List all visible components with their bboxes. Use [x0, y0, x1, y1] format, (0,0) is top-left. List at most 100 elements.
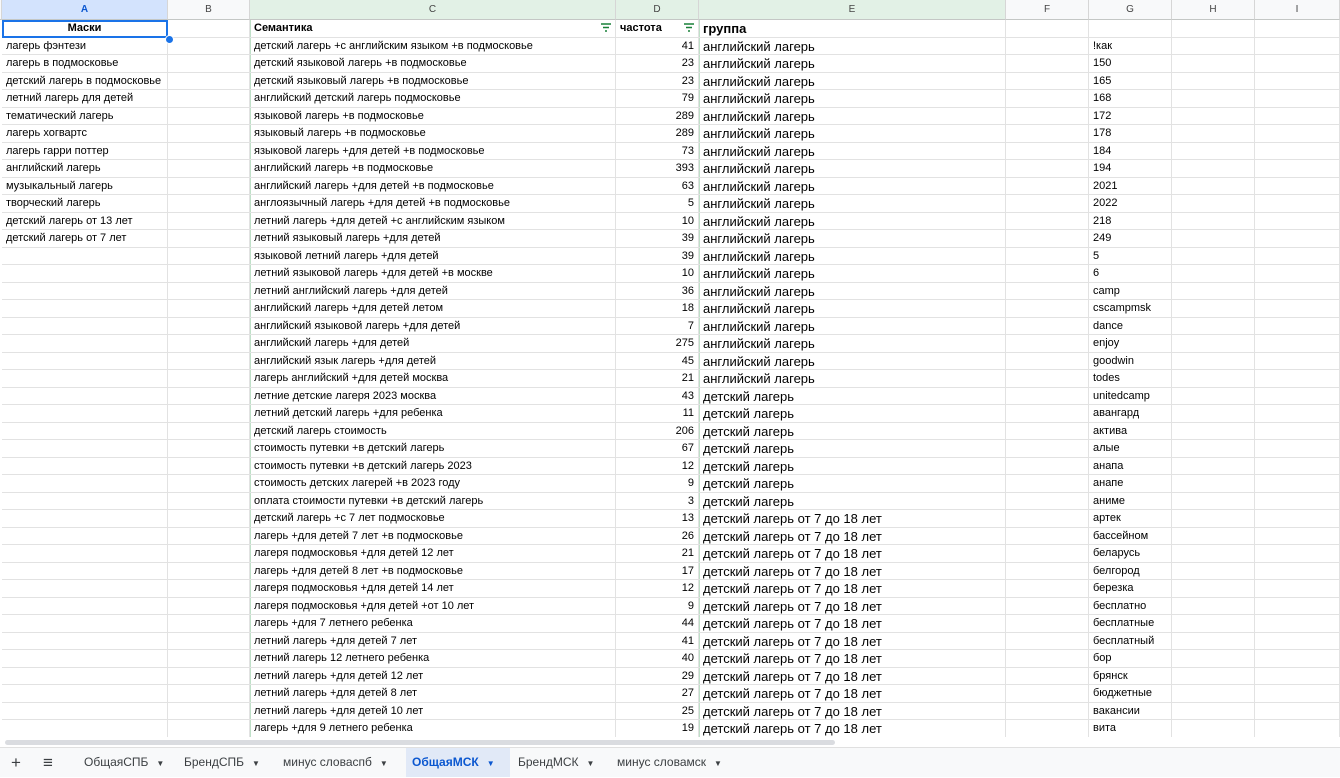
grid-cell[interactable]	[1172, 387, 1255, 405]
grid-cell[interactable]	[1255, 527, 1340, 545]
minus-word-cell[interactable]: dance	[1089, 317, 1172, 335]
mask-cell[interactable]: творческий лагерь	[2, 195, 168, 213]
grid-cell[interactable]	[1255, 72, 1340, 90]
grid-cell[interactable]	[168, 580, 250, 598]
grid-cell[interactable]	[1006, 475, 1089, 493]
semantics-cell[interactable]: летний лагерь +для детей 7 лет	[250, 632, 616, 650]
group-cell[interactable]: английский лагерь	[699, 125, 1006, 143]
mask-cell[interactable]: детский лагерь от 13 лет	[2, 212, 168, 230]
grid-cell[interactable]	[1255, 405, 1340, 423]
grid-cell[interactable]	[1172, 55, 1255, 73]
grid-cell[interactable]	[1255, 650, 1340, 668]
header-semantics[interactable]: Семантика	[250, 20, 616, 38]
frequency-cell[interactable]: 17	[616, 562, 699, 580]
caret-down-icon[interactable]: ▼	[252, 759, 260, 768]
minus-word-cell[interactable]: 165	[1089, 72, 1172, 90]
grid-cell[interactable]	[168, 562, 250, 580]
group-cell[interactable]: английский лагерь	[699, 370, 1006, 388]
minus-word-cell[interactable]: 194	[1089, 160, 1172, 178]
grid-cell[interactable]	[168, 282, 250, 300]
frequency-cell[interactable]: 206	[616, 422, 699, 440]
grid-cell[interactable]	[2, 300, 168, 318]
minus-word-cell[interactable]: бесплатный	[1089, 632, 1172, 650]
minus-word-cell[interactable]: белгород	[1089, 562, 1172, 580]
grid-cell[interactable]	[1006, 510, 1089, 528]
grid-cell[interactable]	[168, 702, 250, 720]
grid-cell[interactable]	[1255, 562, 1340, 580]
grid-cell[interactable]	[168, 405, 250, 423]
grid-cell[interactable]	[1255, 702, 1340, 720]
column-header-g[interactable]: G	[1089, 0, 1172, 20]
minus-word-cell[interactable]: enjoy	[1089, 335, 1172, 353]
grid-cell[interactable]	[1172, 405, 1255, 423]
grid-cell[interactable]	[1255, 580, 1340, 598]
frequency-cell[interactable]: 43	[616, 387, 699, 405]
grid-cell[interactable]	[2, 527, 168, 545]
grid-cell[interactable]	[1172, 212, 1255, 230]
column-header-c[interactable]: C	[250, 0, 616, 20]
group-cell[interactable]: детский лагерь	[699, 457, 1006, 475]
semantics-cell[interactable]: лагерь английский +для детей москва	[250, 370, 616, 388]
column-header-a[interactable]: A	[2, 0, 168, 20]
frequency-cell[interactable]: 9	[616, 597, 699, 615]
grid-cell[interactable]	[1172, 492, 1255, 510]
grid-cell[interactable]	[2, 247, 168, 265]
frequency-cell[interactable]: 26	[616, 527, 699, 545]
grid-cell[interactable]	[168, 125, 250, 143]
column-header-d[interactable]: D	[616, 0, 699, 20]
frequency-cell[interactable]: 41	[616, 632, 699, 650]
group-cell[interactable]: детский лагерь от 7 до 18 лет	[699, 527, 1006, 545]
grid-cell[interactable]	[2, 352, 168, 370]
frequency-cell[interactable]: 79	[616, 90, 699, 108]
grid-cell[interactable]	[1172, 370, 1255, 388]
minus-word-cell[interactable]: актива	[1089, 422, 1172, 440]
group-cell[interactable]: детский лагерь от 7 до 18 лет	[699, 685, 1006, 703]
grid-cell[interactable]	[1255, 685, 1340, 703]
grid-cell[interactable]	[1006, 527, 1089, 545]
semantics-cell[interactable]: детский лагерь стоимость	[250, 422, 616, 440]
grid-cell[interactable]	[1255, 195, 1340, 213]
semantics-cell[interactable]: детский языковой лагерь +в подмосковье	[250, 55, 616, 73]
minus-word-cell[interactable]: вита	[1089, 720, 1172, 737]
grid-cell[interactable]	[1172, 20, 1255, 38]
grid-cell[interactable]	[1255, 632, 1340, 650]
grid-cell[interactable]	[1172, 125, 1255, 143]
horizontal-scrollbar[interactable]	[0, 737, 1340, 747]
grid-cell[interactable]	[168, 370, 250, 388]
grid-cell[interactable]	[1172, 650, 1255, 668]
sheet-tab[interactable]: минус словамск ▼	[611, 748, 739, 777]
group-cell[interactable]: английский лагерь	[699, 247, 1006, 265]
semantics-cell[interactable]: летние детские лагеря 2023 москва	[250, 387, 616, 405]
grid-cell[interactable]	[168, 300, 250, 318]
grid-cell[interactable]	[1172, 702, 1255, 720]
grid-cell[interactable]	[168, 527, 250, 545]
grid-cell[interactable]	[1172, 685, 1255, 703]
grid-cell[interactable]	[168, 475, 250, 493]
grid-cell[interactable]	[1006, 55, 1089, 73]
grid-cell[interactable]	[1255, 667, 1340, 685]
semantics-cell[interactable]: летний языковый лагерь +для детей	[250, 230, 616, 248]
group-cell[interactable]: детский лагерь	[699, 475, 1006, 493]
sheet-tab[interactable]: ОбщаяМСК ▼	[406, 748, 510, 777]
group-cell[interactable]: детский лагерь от 7 до 18 лет	[699, 562, 1006, 580]
frequency-cell[interactable]: 41	[616, 37, 699, 55]
grid-cell[interactable]	[1255, 300, 1340, 318]
semantics-cell[interactable]: языковой летний лагерь +для детей	[250, 247, 616, 265]
semantics-cell[interactable]: детский языковый лагерь +в подмосковье	[250, 72, 616, 90]
grid-cell[interactable]	[1172, 72, 1255, 90]
frequency-cell[interactable]: 39	[616, 230, 699, 248]
mask-cell[interactable]: летний лагерь для детей	[2, 90, 168, 108]
grid-cell[interactable]	[2, 615, 168, 633]
semantics-cell[interactable]: лагерь +для 9 летнего ребенка	[250, 720, 616, 737]
grid-cell[interactable]	[1172, 545, 1255, 563]
grid-cell[interactable]	[1255, 317, 1340, 335]
mask-cell[interactable]: детский лагерь от 7 лет	[2, 230, 168, 248]
semantics-cell[interactable]: летний лагерь 12 летнего ребенка	[250, 650, 616, 668]
frequency-cell[interactable]: 7	[616, 317, 699, 335]
grid-cell[interactable]	[168, 107, 250, 125]
grid-cell[interactable]	[1255, 370, 1340, 388]
grid-cell[interactable]	[1172, 90, 1255, 108]
caret-down-icon[interactable]: ▼	[714, 759, 722, 768]
semantics-cell[interactable]: стоимость детских лагерей +в 2023 году	[250, 475, 616, 493]
grid-cell[interactable]	[1006, 300, 1089, 318]
